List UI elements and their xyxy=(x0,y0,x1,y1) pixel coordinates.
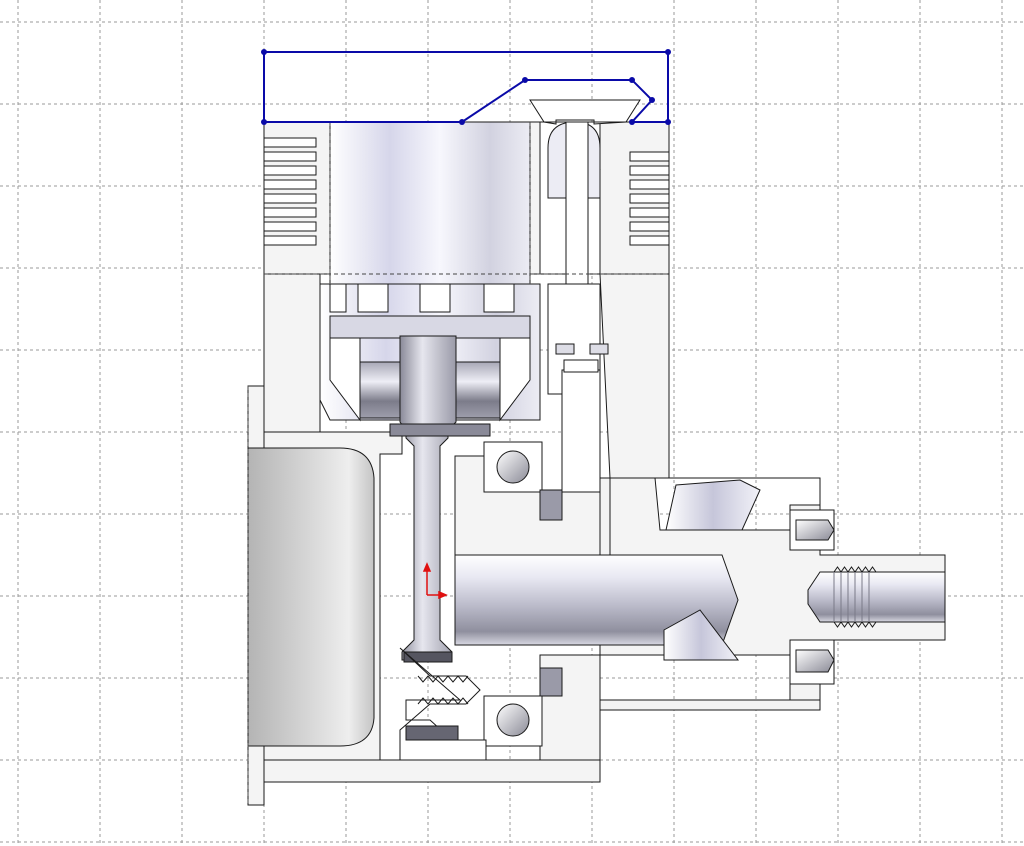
cad-viewport[interactable] xyxy=(0,0,1024,846)
sketch-vertex[interactable] xyxy=(629,119,635,125)
sketch-vertex[interactable] xyxy=(522,77,528,83)
flywheel[interactable] xyxy=(247,447,375,747)
lower-front-housing[interactable] xyxy=(539,654,821,761)
sketch-vertex[interactable] xyxy=(459,119,465,125)
cad-canvas[interactable] xyxy=(0,0,1024,846)
cylinder-bore[interactable] xyxy=(329,121,531,285)
sketch-vertex[interactable] xyxy=(629,77,635,83)
cooling-fins-right xyxy=(629,151,670,246)
piston-crown-plate[interactable] xyxy=(329,315,531,339)
valve-head[interactable] xyxy=(529,99,641,125)
sketch-vertex[interactable] xyxy=(261,49,267,55)
intake-port[interactable] xyxy=(665,479,761,531)
output-shaft[interactable] xyxy=(807,566,946,628)
sketch-vertex[interactable] xyxy=(649,97,655,103)
rod-small-end-bearing xyxy=(389,423,491,437)
tappet[interactable] xyxy=(561,369,601,493)
sketch-vertex[interactable] xyxy=(665,49,671,55)
crankshaft[interactable] xyxy=(454,554,740,661)
cylinder-wall-left[interactable] xyxy=(263,273,321,433)
rod-body[interactable] xyxy=(399,335,457,661)
rod-big-end-band xyxy=(403,651,453,663)
piston-slots xyxy=(329,283,515,313)
crank-pin-assembly[interactable] xyxy=(399,647,487,761)
sketch-vertex[interactable] xyxy=(665,119,671,125)
sketch-vertex[interactable] xyxy=(261,119,267,125)
